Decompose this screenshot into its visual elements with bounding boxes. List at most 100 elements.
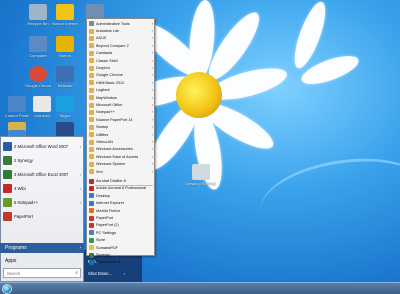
program-menu-label: MapWindow (96, 95, 117, 100)
chevron-right-icon: › (151, 95, 153, 100)
start-search-box[interactable]: ⌕ (3, 268, 81, 278)
pinned-item-label: 4 Wibi (14, 185, 26, 191)
chevron-right-icon: › (79, 171, 81, 177)
chevron-right-icon: › (151, 169, 153, 174)
program-menu-label: Google Chrome (96, 73, 123, 78)
chevron-right-icon: › (151, 162, 153, 167)
app-icon (89, 252, 94, 258)
desktop-icon-google-chrome[interactable]: Google Chrome (25, 66, 51, 88)
norton-icon (56, 36, 74, 52)
start-pinned-item[interactable]: 5 Notepad++ › (3, 195, 83, 209)
program-menu-item[interactable]: Google Chrome › (88, 72, 154, 79)
program-menu-item[interactable]: Xml › (88, 168, 154, 175)
desktop-icon-norton[interactable]: Norton (52, 36, 78, 58)
desktop-icon-network[interactable]: Network (52, 66, 78, 88)
chevron-right-icon[interactable]: › (124, 271, 125, 276)
program-menu-item[interactable]: Utilities › (88, 131, 154, 138)
pinned-item-label: 3 Microsoft Office Excel 2007 (14, 171, 69, 177)
folder-icon (89, 146, 94, 152)
program-menu-item[interactable]: Logitech › (88, 87, 154, 94)
program-menu-item[interactable]: Store (88, 237, 154, 244)
program-menu-item[interactable]: Mozilla Firefox (88, 207, 154, 214)
wibi-icon (3, 183, 12, 193)
program-menu-item[interactable]: MapWindow › (88, 94, 154, 101)
program-menu-item[interactable]: Administrative Tools › (88, 20, 154, 27)
program-menu-item[interactable]: PC Settings (88, 229, 154, 236)
start-pinned-item[interactable]: 4 Wibi › (3, 181, 83, 195)
settings-icon (192, 164, 210, 180)
start-pinned-item[interactable]: 2 Synergy (3, 153, 83, 167)
program-menu-item[interactable]: HiMil Basic 2012 › (88, 79, 154, 86)
program-menu-item[interactable]: Adobe Acrobat 8 Professional (88, 185, 154, 192)
folder-icon (89, 58, 94, 64)
excel-icon (3, 169, 12, 179)
program-menu-label: Acrobat Distiller 8 (96, 179, 126, 184)
program-menu-item[interactable]: Notepad++ › (88, 109, 154, 116)
programs-menu-item[interactable]: Programs › (0, 243, 84, 253)
app-icon (89, 200, 94, 206)
program-menu-item[interactable]: Windows Ease of Access › (88, 153, 154, 160)
search-input[interactable] (7, 270, 73, 276)
desktop-icon-label: Google Chrome (25, 83, 51, 88)
program-menu-item[interactable]: Synergy (88, 251, 154, 258)
desktop-icon-desktop-settings[interactable]: Desktop Settings (186, 164, 216, 186)
program-menu-item[interactable]: Microsoft Office › (88, 101, 154, 108)
program-menu-item[interactable]: Windows System › (88, 161, 154, 168)
program-menu-label: Internet Explorer (96, 201, 125, 206)
program-menu-label: PC Settings (96, 230, 117, 235)
desktop-icon-control-panel[interactable]: Control Panel (4, 96, 30, 118)
chevron-right-icon: › (151, 58, 153, 63)
start-button[interactable] (2, 284, 12, 294)
desktop-icon-recycle-bin[interactable]: Recycle Bin (25, 4, 51, 26)
desktop-icon-skype[interactable]: Skype (52, 96, 78, 118)
chevron-right-icon: › (151, 80, 153, 85)
program-menu-label: ASUS (96, 36, 107, 41)
program-menu-item[interactable]: Acrobat Distiller 8 (88, 177, 154, 184)
pinned-item-label: PaperPort (14, 213, 33, 219)
program-menu-item[interactable]: Dropbox › (88, 64, 154, 71)
program-menu-item[interactable]: Internet Explorer (88, 200, 154, 207)
program-menu-label: Adobe Acrobat 8 Professional (96, 186, 147, 191)
chrome-icon (29, 66, 47, 82)
program-menu-item[interactable]: Autodesk Lite › (88, 27, 154, 34)
search-icon[interactable]: ⌕ (75, 270, 78, 276)
chevron-right-icon: › (151, 154, 153, 159)
program-menu-item[interactable]: PaperPort (88, 214, 154, 221)
program-menu-item[interactable]: Nuance PaperPort 14 › (88, 116, 154, 123)
program-menu-item[interactable]: Classic Shell › (88, 57, 154, 64)
program-menu-item[interactable]: Camtasia › (88, 50, 154, 57)
program-menu-item[interactable]: ASUS › (88, 35, 154, 42)
pinned-item-label: 2 Microsoft Office Word 2007 (14, 143, 69, 149)
desktop-icon-label: Desktop Settings (186, 181, 216, 186)
chevron-right-icon: › (79, 143, 81, 149)
desktop-icon-computer[interactable]: Computer (25, 36, 51, 58)
program-menu-item[interactable]: VideoLAN › (88, 138, 154, 145)
start-pinned-item[interactable]: 2 Microsoft Office Word 2007 › (3, 139, 83, 153)
shutdown-button[interactable]: Shut Down... (88, 271, 112, 276)
folder-icon (89, 161, 94, 167)
program-menu-item[interactable]: TeamViewer 8 (88, 259, 154, 266)
program-menu-label: Logitech (96, 88, 111, 93)
program-menu-item[interactable]: PaperPort (2) (88, 222, 154, 229)
program-menu-label: Classic Shell (96, 58, 118, 63)
program-menu-label: PaperPort (96, 216, 114, 221)
program-menu-item[interactable]: Startup › (88, 124, 154, 131)
program-menu-item[interactable]: Windows Accessories › (88, 146, 154, 153)
program-menu-item[interactable]: Beyond Compare 2 › (88, 42, 154, 49)
start-pinned-item[interactable]: 3 Microsoft Office Excel 2007 › (3, 167, 83, 181)
desktop-icon-norton-internet[interactable]: Norton Internet (52, 4, 78, 26)
apps-menu-item[interactable]: Apps (0, 256, 84, 266)
program-menu-item[interactable]: Desktop (88, 192, 154, 199)
network-icon (56, 66, 74, 82)
folder-icon (89, 169, 94, 175)
app-icon (89, 230, 94, 236)
chevron-right-icon: › (151, 110, 153, 115)
program-menu-label: Utilities (96, 132, 109, 137)
program-menu-label: Microsoft Office (96, 103, 123, 108)
program-menu-label: Windows Accessories (96, 147, 133, 152)
app-icon (89, 193, 94, 199)
app-icon (89, 215, 94, 221)
program-menu-item[interactable]: SumatraPDF (88, 244, 154, 251)
chevron-right-icon: › (79, 185, 81, 191)
start-pinned-item[interactable]: PaperPort (3, 209, 83, 223)
